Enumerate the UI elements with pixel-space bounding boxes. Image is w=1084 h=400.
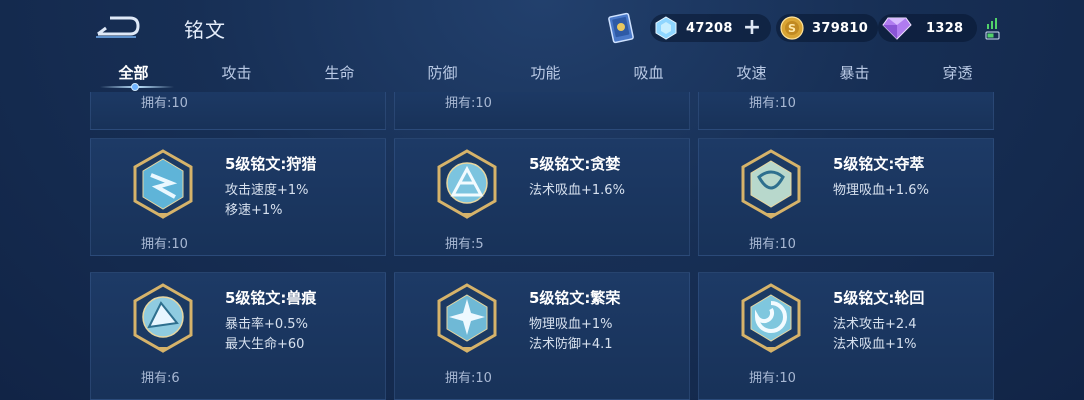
owned-count: 拥有:10 [141,96,188,111]
inscription-card-partial[interactable]: 拥有:10 [698,92,994,130]
active-tab-dot [131,83,139,91]
beast-mark-emblem-icon [133,283,193,353]
inscription-attr: 法术吸血+1.6% [529,183,625,198]
crystal-resource: 47208 + [650,14,772,42]
tab-attack[interactable]: 攻击 [185,60,288,88]
inscription-attr: 移速+1% [225,203,283,218]
back-arrow-icon[interactable] [94,14,140,40]
inscription-attr: 暴击率+0.5% [225,317,308,332]
inscription-card[interactable]: 5级铭文:繁荣 物理吸血+1% 法术防御+4.1 拥有:10 [394,272,690,400]
inscription-name: 5级铭文:兽痕 [225,289,317,307]
tab-lifesteal[interactable]: 吸血 [597,60,700,88]
inscription-page-icon[interactable] [606,12,636,44]
inscription-name: 5级铭文:夺萃 [833,155,925,173]
gold-coin-icon: S [780,16,804,40]
tab-health[interactable]: 生命 [288,60,391,88]
owned-count: 拥有:6 [141,371,180,386]
owned-count: 拥有:10 [749,96,796,111]
inscription-card[interactable]: 5级铭文:兽痕 暴击率+0.5% 最大生命+60 拥有:6 [90,272,386,400]
tab-utility[interactable]: 功能 [494,60,597,88]
add-crystal-button[interactable]: + [743,17,761,39]
inscription-name: 5级铭文:贪婪 [529,155,621,173]
inscription-name: 5级铭文:轮回 [833,289,925,307]
gem-count: 1328 [926,20,964,36]
owned-count: 拥有:5 [445,237,484,252]
inscription-card[interactable]: 5级铭文:夺萃 物理吸血+1.6% 拥有:10 [698,138,994,256]
tab-defense[interactable]: 防御 [391,60,494,88]
prosperity-emblem-icon [437,283,497,353]
plunder-emblem-icon [741,149,801,219]
tab-attack-speed[interactable]: 攻速 [700,60,803,88]
owned-count: 拥有:10 [445,371,492,386]
tab-penetration[interactable]: 穿透 [906,60,1009,88]
inscription-card[interactable]: 5级铭文:轮回 法术攻击+2.4 法术吸血+1% 拥有:10 [698,272,994,400]
owned-count: 拥有:10 [749,237,796,252]
tab-crit[interactable]: 暴击 [803,60,906,88]
inscription-attr: 法术攻击+2.4 [833,317,917,332]
svg-text:S: S [788,22,796,35]
crystal-icon [655,16,677,40]
crystal-count: 47208 [686,20,733,36]
category-tabs: 全部 攻击 生命 防御 功能 吸血 攻速 暴击 穿透 [82,60,1012,88]
gem-resource: 1328 [878,14,978,42]
inscription-attr: 攻击速度+1% [225,183,309,198]
inscription-name: 5级铭文:狩猎 [225,155,317,173]
inscription-grid: 拥有:10 拥有:10 拥有:10 5级铭文:狩猎 攻击速度+1% 移速+1% … [90,92,996,400]
greed-emblem-icon [437,149,497,219]
page-title: 铭文 [184,18,226,42]
owned-count: 拥有:10 [141,237,188,252]
gold-count: 379810 [812,20,869,36]
owned-count: 拥有:10 [445,96,492,111]
gold-resource: S 379810 [776,14,879,42]
inscription-card[interactable]: 5级铭文:狩猎 攻击速度+1% 移速+1% 拥有:10 [90,138,386,256]
inscription-card[interactable]: 5级铭文:贪婪 法术吸血+1.6% 拥有:5 [394,138,690,256]
inscription-attr: 物理吸血+1% [529,317,613,332]
inscription-attr: 法术防御+4.1 [529,337,613,352]
reincarnation-emblem-icon [741,283,801,353]
inscription-name: 5级铭文:繁荣 [529,289,621,307]
inscription-attr: 物理吸血+1.6% [833,183,929,198]
top-bar: 铭文 47208 + S 379810 1328 [0,0,1084,56]
signal-battery-icon [985,18,1000,40]
inscription-attr: 最大生命+60 [225,337,305,352]
gem-icon [882,17,912,40]
inscription-attr: 法术吸血+1% [833,337,917,352]
owned-count: 拥有:10 [749,371,796,386]
inscription-card-partial[interactable]: 拥有:10 [90,92,386,130]
inscription-card-partial[interactable]: 拥有:10 [394,92,690,130]
hunt-emblem-icon [133,149,193,219]
